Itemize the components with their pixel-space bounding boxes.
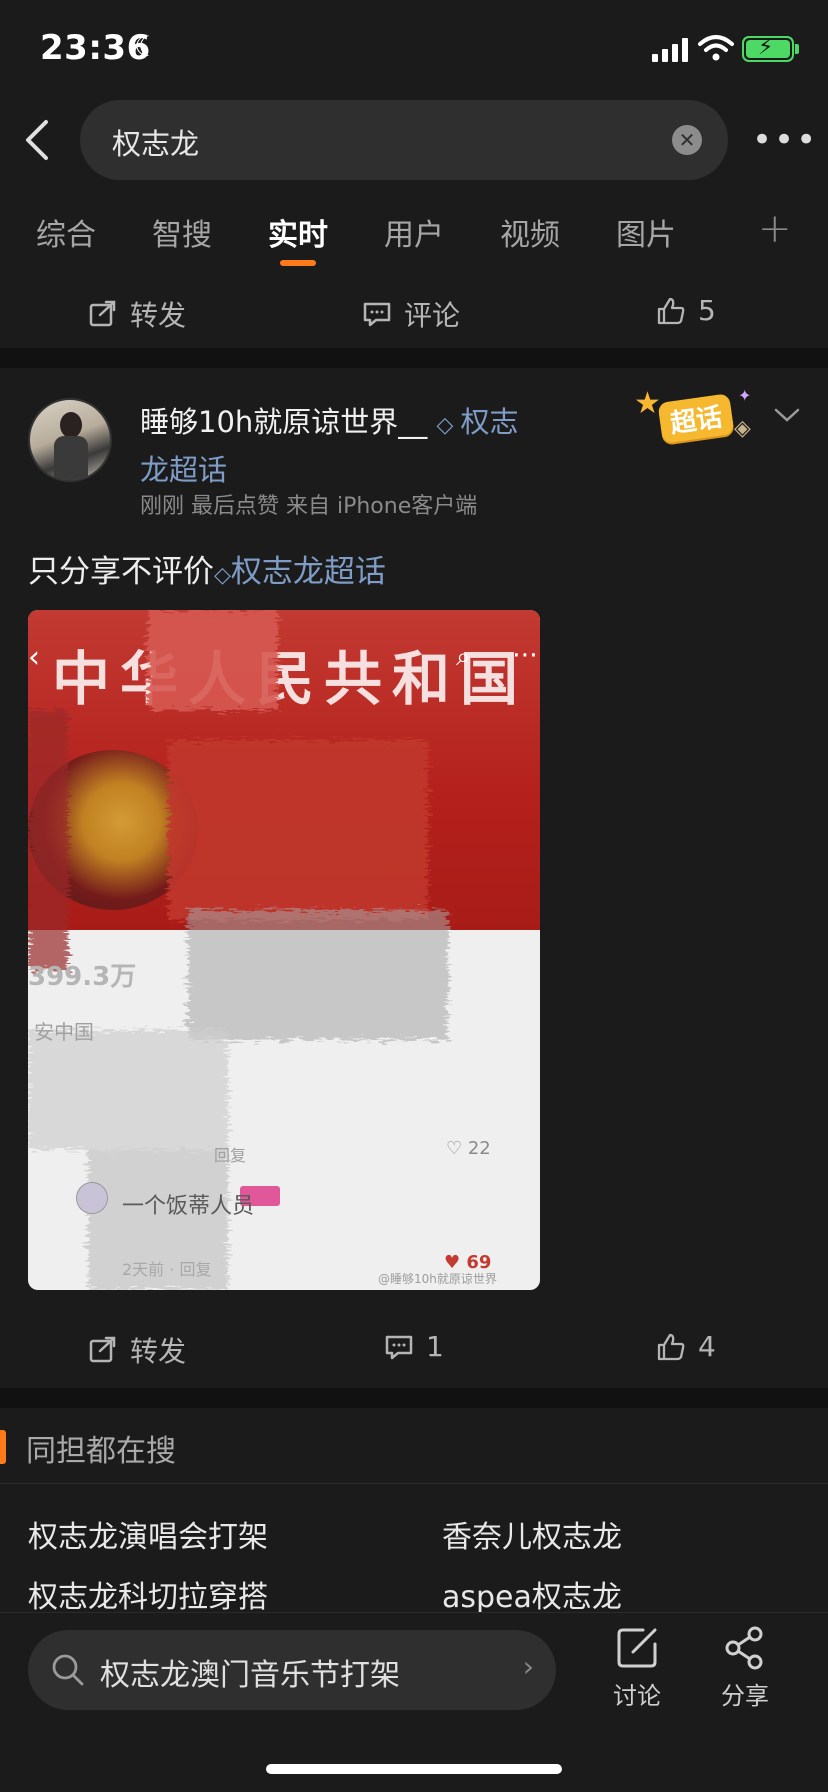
repost-label: 转发	[130, 299, 187, 332]
star-icon: ★	[634, 386, 661, 421]
bottom-search-text: 权志龙澳门音乐节打架	[100, 1658, 400, 1693]
battery-tip	[795, 44, 799, 54]
wifi-icon	[698, 35, 734, 61]
post-meta: 刚刚 最后点赞 来自 iPhone客户端	[140, 494, 478, 519]
tab-videos[interactable]: 视频	[500, 210, 560, 254]
image-comment-text: 一个饭蒂人员	[122, 1194, 255, 1219]
like-count: 4	[698, 1330, 716, 1363]
post-image[interactable]: ‹ 中华人民共和国 ⌕ ⋯ 399.3万 安中国 回复 ♡ 22 一个饭蒂人员 …	[28, 610, 540, 1290]
clear-icon[interactable]: ✕	[672, 125, 702, 155]
edit-icon	[617, 1628, 657, 1668]
repost-icon	[89, 300, 116, 327]
topic-link-line1[interactable]: 权志	[460, 405, 518, 439]
gem-icon: ◇	[436, 413, 461, 438]
back-icon[interactable]	[18, 116, 58, 164]
discuss-label: 讨论	[613, 1682, 661, 1710]
status-bar: 23:36 ☾ ⚡	[0, 0, 828, 90]
more-options-icon[interactable]: •••	[752, 120, 816, 160]
repost-button[interactable]: 转发	[88, 294, 186, 334]
image-follower-count: 399.3万	[28, 962, 137, 992]
same-search-header: 同担都在搜	[0, 1408, 828, 1484]
home-indicator	[266, 1764, 562, 1774]
add-tab-icon[interactable]: +	[758, 206, 792, 252]
sparkle-icon: ✦	[738, 386, 752, 405]
badge-decor-icon: ◈	[734, 416, 751, 441]
image-like-count: ♡ 22	[446, 1138, 491, 1159]
repost-label: 转发	[130, 1335, 187, 1368]
post-header: 睡够10h就原谅世界__ ◇ 权志 龙超话	[140, 400, 560, 492]
gem-icon: ◇	[214, 563, 231, 588]
comment-label: 评论	[404, 299, 461, 332]
post-actions: 转发 1 4	[0, 1314, 828, 1384]
comment-button[interactable]: 1	[384, 1330, 444, 1363]
like-button[interactable]: 4	[656, 1330, 716, 1363]
tab-comprehensive[interactable]: 综合	[36, 210, 96, 254]
prev-post-actions: 转发 评论 5	[0, 278, 828, 348]
like-button[interactable]: 5	[656, 294, 716, 327]
battery-icon: ⚡	[742, 35, 794, 62]
share-button[interactable]: 分享	[705, 1624, 785, 1711]
comment-count: 1	[426, 1330, 444, 1363]
tab-bar: 综合 智搜 实时 用户 视频 图片	[0, 200, 828, 270]
comment-button[interactable]: 评论	[362, 294, 460, 334]
chevron-right-icon: ›	[522, 1650, 534, 1683]
tab-images[interactable]: 图片	[616, 210, 676, 254]
chevron-down-icon[interactable]	[772, 400, 802, 430]
supertopic-badge[interactable]: ★ 超话 ✦ ◈	[630, 386, 760, 446]
username[interactable]: 睡够10h就原谅世界__	[140, 405, 427, 439]
avatar[interactable]	[28, 398, 112, 482]
post-topic-link[interactable]: 权志龙超话	[231, 554, 386, 590]
image-reply-label: 回复	[214, 1146, 247, 1165]
supertopic-badge-label: 超话	[657, 393, 735, 444]
repost-icon	[89, 1336, 116, 1363]
search-icon	[52, 1654, 84, 1686]
image-like-count-value: 22	[467, 1138, 491, 1159]
search-input[interactable]: 权志龙 ✕	[80, 100, 728, 180]
topic-link-line2[interactable]: 龙超话	[140, 453, 227, 487]
repost-button[interactable]: 转发	[88, 1330, 186, 1370]
tab-active-indicator	[280, 260, 316, 266]
share-label: 分享	[721, 1682, 769, 1710]
thumbs-up-icon	[657, 1333, 685, 1360]
thumbs-up-icon	[657, 297, 685, 324]
comment-icon	[363, 302, 391, 327]
tab-realtime[interactable]: 实时	[268, 210, 328, 254]
tab-users[interactable]: 用户	[384, 210, 444, 254]
suggestion-item[interactable]: 香奈儿权志龙	[442, 1512, 622, 1556]
section-divider	[0, 1388, 828, 1408]
moon-icon: ☾	[134, 30, 160, 63]
tab-smart-search[interactable]: 智搜	[152, 210, 212, 254]
share-icon	[725, 1626, 763, 1670]
search-query[interactable]: 权志龙	[112, 121, 199, 163]
post-divider	[0, 348, 828, 368]
comment-icon	[385, 1335, 413, 1359]
like-count: 5	[698, 294, 716, 327]
discuss-button[interactable]: 讨论	[597, 1624, 677, 1711]
image-comment-time: 2天前 · 回复	[122, 1260, 212, 1279]
suggestion-item[interactable]: 权志龙科切拉穿搭	[28, 1572, 268, 1616]
section-title: 同担都在搜	[26, 1434, 176, 1469]
signal-icon	[652, 38, 688, 62]
suggestion-item[interactable]: 权志龙演唱会打架	[28, 1512, 268, 1556]
post-text: 只分享不评价◇权志龙超话	[28, 546, 386, 591]
image-subtitle: 安中国	[34, 1020, 94, 1044]
section-accent-bar	[0, 1430, 6, 1464]
image-watermark: @睡够10h就原谅世界	[378, 1272, 497, 1286]
image-comment-avatar	[76, 1182, 108, 1214]
suggestion-item[interactable]: aspea权志龙	[442, 1572, 622, 1616]
bottom-search-bar[interactable]: 权志龙澳门音乐节打架 ›	[28, 1630, 556, 1710]
post-body: 只分享不评价	[28, 554, 214, 590]
